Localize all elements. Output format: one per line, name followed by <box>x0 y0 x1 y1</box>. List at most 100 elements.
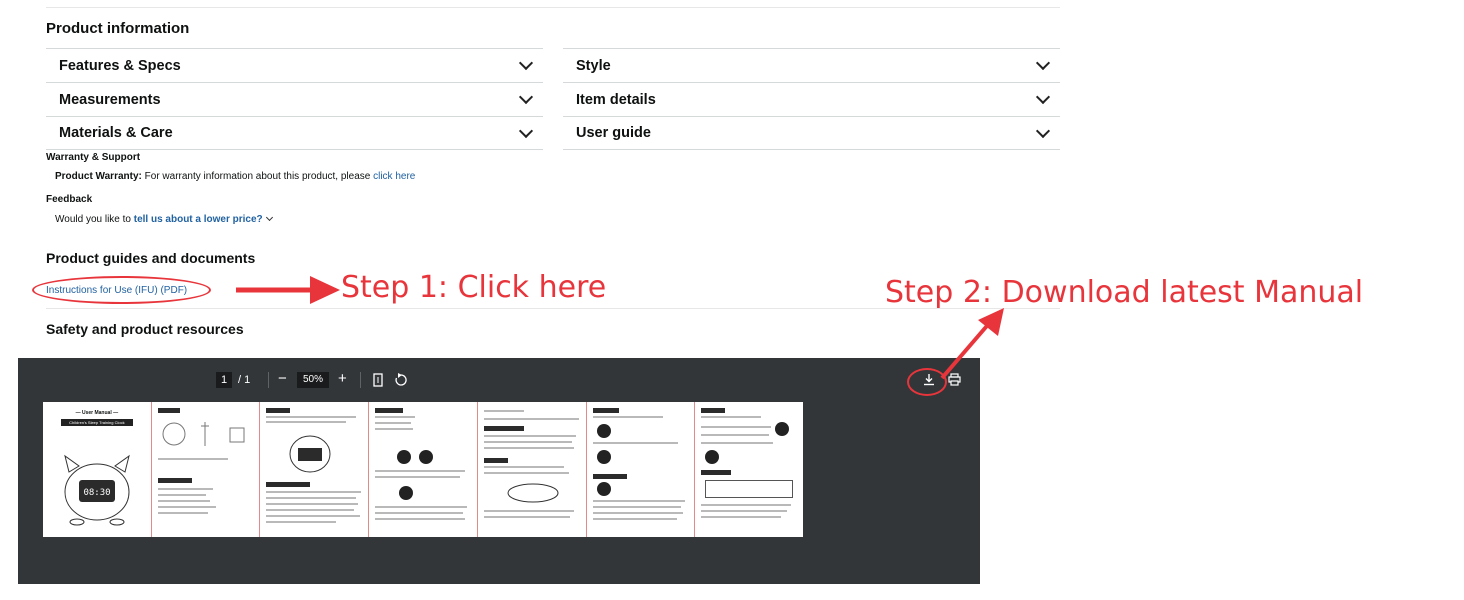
button-icon <box>397 450 412 464</box>
text-line <box>375 476 461 478</box>
manual-panel <box>478 402 587 537</box>
page-total: / 1 <box>238 374 251 386</box>
button-icon <box>399 486 414 500</box>
text-line <box>157 506 216 508</box>
warranty-heading: Warranty & Support <box>46 152 141 163</box>
accordion-label: Materials & Care <box>59 125 173 141</box>
arrow-diagonal-annotation <box>940 308 1004 380</box>
mode-table <box>705 480 794 498</box>
text-line <box>375 518 466 520</box>
chevron-down-icon[interactable] <box>265 213 273 222</box>
fit-page-icon[interactable] <box>373 373 383 387</box>
text-line <box>157 488 213 490</box>
text-line <box>483 410 524 412</box>
text-line <box>266 421 347 423</box>
section-tag <box>592 408 619 413</box>
chevron-down-icon <box>1035 123 1051 138</box>
text-line <box>592 506 681 508</box>
accordion-label: Item details <box>576 91 656 108</box>
toolbar-divider <box>360 372 361 388</box>
accordion-features-specs[interactable]: Features & Specs <box>46 48 543 82</box>
text-line <box>483 466 564 468</box>
accordion-user-guide[interactable]: User guide <box>563 116 1060 150</box>
pdf-viewer[interactable]: 1 / 1 − 50% + — User Manual — Children's… <box>18 358 980 584</box>
button-icon <box>596 424 611 438</box>
accordion-materials-care[interactable]: Materials & Care <box>46 116 543 150</box>
text-line <box>266 521 337 523</box>
section-tag <box>483 426 524 431</box>
warranty-text: Product Warranty: For warranty informati… <box>55 171 415 182</box>
text-line <box>701 504 792 506</box>
button-icon <box>705 450 720 464</box>
text-line <box>266 509 355 511</box>
text-line <box>592 518 677 520</box>
button-icon <box>596 450 611 464</box>
clock-diagram-icon <box>289 435 331 473</box>
section-tag <box>157 408 180 413</box>
accordion-left: Features & Specs Measurements Materials … <box>46 48 543 150</box>
text-line <box>375 422 412 424</box>
manual-panel <box>369 402 478 537</box>
feedback-prompt: Would you like to <box>55 214 134 225</box>
accordion-item-details[interactable]: Item details <box>563 82 1060 116</box>
text-line <box>266 491 362 493</box>
page-number-input[interactable]: 1 <box>216 372 232 388</box>
text-line <box>375 512 464 514</box>
text-line <box>592 500 685 502</box>
manual-title: — User Manual — <box>75 410 119 416</box>
section-tag <box>157 478 192 483</box>
text-line <box>701 516 782 518</box>
section-tag <box>592 474 627 479</box>
manual-subtitle: Children's Sleep Training Clock <box>61 419 133 426</box>
text-line <box>157 512 208 514</box>
text-line <box>701 426 772 428</box>
chevron-down-icon <box>518 55 534 71</box>
ifu-pdf-link[interactable]: Instructions for Use (IFU) (PDF) <box>46 285 187 296</box>
zoom-out-button[interactable]: − <box>278 370 287 387</box>
section-tag <box>701 408 726 413</box>
text-line <box>483 510 574 512</box>
chevron-down-icon <box>1035 55 1051 71</box>
warranty-description: For warranty information about this prod… <box>141 171 374 182</box>
section-tag <box>701 470 732 475</box>
text-line <box>266 515 361 517</box>
remote-illustration-icon <box>507 483 559 503</box>
rotate-icon[interactable] <box>394 372 408 387</box>
pdf-toolbar: 1 / 1 − 50% + <box>18 358 980 402</box>
package-contents-icon <box>162 422 245 446</box>
text-line <box>701 416 762 418</box>
text-line <box>375 416 416 418</box>
manual-cover-panel: — User Manual — Children's Sleep Trainin… <box>43 402 152 537</box>
accordion-label: User guide <box>576 125 651 141</box>
button-icon <box>419 450 434 464</box>
download-icon[interactable] <box>923 373 935 386</box>
text-line <box>483 472 569 474</box>
text-line <box>483 418 579 420</box>
accordion-measurements[interactable]: Measurements <box>46 82 543 116</box>
accordion-label: Style <box>576 57 611 74</box>
step1-annotation: Step 1: Click here <box>341 270 607 305</box>
accordion-label: Measurements <box>59 91 161 108</box>
accordion-style[interactable]: Style <box>563 48 1060 82</box>
arrow-right-annotation <box>236 276 340 304</box>
chevron-down-icon <box>518 89 534 105</box>
section-tag <box>266 408 291 413</box>
warranty-link[interactable]: click here <box>373 171 415 182</box>
feedback-heading: Feedback <box>46 194 93 205</box>
manual-panel <box>260 402 370 537</box>
button-icon <box>596 482 611 496</box>
chevron-down-icon <box>518 123 534 138</box>
toolbar-divider <box>268 372 269 388</box>
pdf-page-thumbnail: — User Manual — Children's Sleep Trainin… <box>43 402 803 537</box>
guides-heading: Product guides and documents <box>46 250 256 266</box>
section-divider <box>46 308 1060 309</box>
zoom-in-button[interactable]: + <box>338 370 347 387</box>
section-tag <box>483 458 508 463</box>
lower-price-link[interactable]: tell us about a lower price? <box>134 214 263 225</box>
text-line <box>592 416 663 418</box>
text-line <box>157 458 228 460</box>
zoom-level-input[interactable]: 50% <box>297 372 329 388</box>
top-divider <box>46 7 1060 8</box>
text-line <box>592 512 683 514</box>
text-line <box>266 497 357 499</box>
